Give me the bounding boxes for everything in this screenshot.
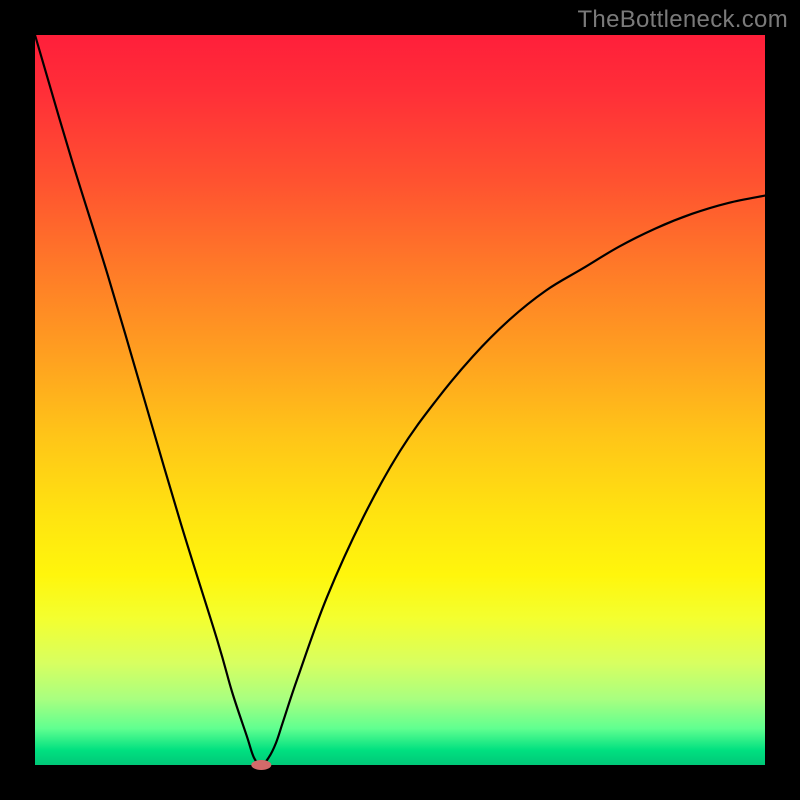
bottleneck-curve [35, 35, 765, 765]
plot-area [35, 35, 765, 765]
chart-svg [35, 35, 765, 765]
chart-frame: TheBottleneck.com [0, 0, 800, 800]
watermark-text: TheBottleneck.com [577, 6, 788, 34]
min-marker [251, 760, 271, 770]
